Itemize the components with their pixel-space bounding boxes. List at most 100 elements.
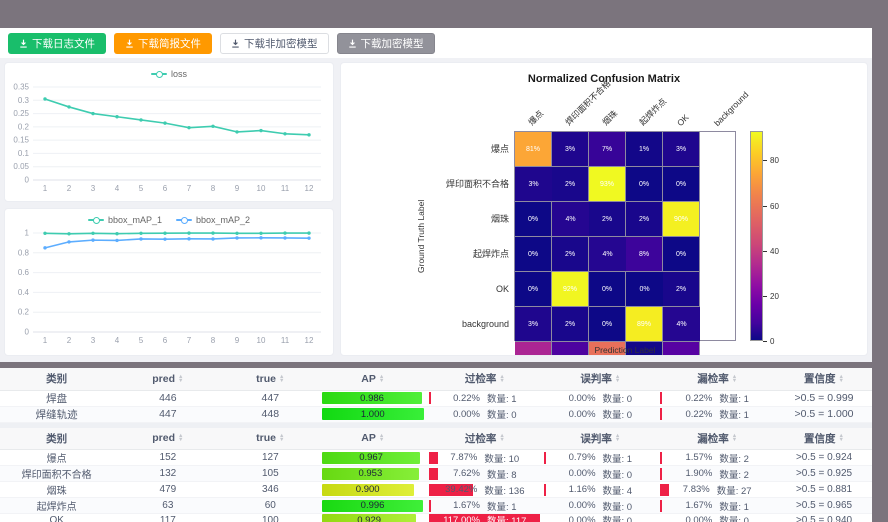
matrix-cell: 3%	[552, 132, 589, 167]
rate-bar	[429, 468, 437, 480]
column-header-漏检率[interactable]: 漏检率▲▼	[697, 371, 737, 386]
confusion-matrix-row-labels: 爆点焊印面积不合格烟珠起焊炸点OKbackground	[426, 131, 514, 341]
rate-bar	[660, 392, 662, 404]
download-unencrypted-model-button[interactable]: 下载非加密模型	[220, 33, 329, 54]
colorbar-tick-label: 80	[770, 156, 779, 165]
overdetect-cell: 39.42%数量: 136	[427, 482, 542, 498]
true-cell: 346	[222, 482, 318, 498]
detection-table-1: 类别pred▲▼true▲▼AP▲▼过检率▲▼误判率▲▼漏检率▲▼置信度▲▼焊盘…	[0, 368, 872, 423]
svg-text:0.2: 0.2	[18, 122, 30, 131]
rate-cell: 0.00%数量: 0	[544, 408, 656, 420]
ap-cell: 1.000	[318, 406, 427, 422]
sort-caret-icon[interactable]: ▲▼	[178, 434, 183, 442]
column-header-类别: 类别	[46, 431, 67, 446]
column-header-true[interactable]: true▲▼	[256, 373, 284, 385]
column-header-误判率[interactable]: 误判率▲▼	[580, 431, 620, 446]
class-cell: 焊印面积不合格	[0, 466, 113, 482]
column-header-漏检率[interactable]: 漏检率▲▼	[697, 431, 737, 446]
miss-cell: 0.22%数量: 1	[658, 406, 776, 422]
line-chart-svg: 00.050.10.150.20.250.30.3512345678910111…	[5, 79, 331, 195]
column-header-置信度[interactable]: 置信度▲▼	[804, 431, 844, 446]
legend-item-bbox_mAP_2[interactable]: bbox_mAP_2	[176, 215, 250, 225]
sort-caret-icon[interactable]: ▲▼	[379, 375, 384, 383]
sort-caret-icon[interactable]: ▲▼	[499, 434, 504, 442]
matrix-cell: 11%	[552, 342, 589, 356]
ap-cell: 0.986	[318, 390, 427, 406]
matrix-cell: 3%	[515, 167, 552, 202]
download-icon	[19, 39, 28, 48]
matrix-cell: 13%	[663, 342, 700, 356]
sort-caret-icon[interactable]: ▲▼	[615, 434, 620, 442]
column-header-类别: 类别	[46, 371, 67, 386]
sort-caret-icon[interactable]: ▲▼	[379, 434, 384, 442]
misjudge-cell: 0.79%数量: 1	[542, 450, 658, 466]
rate-value: 1.90%	[685, 468, 712, 479]
rate-count: 数量: 0	[603, 391, 633, 405]
ap-cell: 0.953	[318, 466, 427, 482]
rate-value: 1.67%	[685, 500, 712, 511]
loss-chart-legend: loss	[5, 63, 333, 79]
sort-caret-icon[interactable]: ▲▼	[499, 375, 504, 383]
svg-text:6: 6	[163, 184, 168, 193]
sort-caret-icon[interactable]: ▲▼	[178, 375, 183, 383]
column-header-误判率[interactable]: 误判率▲▼	[580, 371, 620, 386]
rate-cell: 7.83%数量: 27	[660, 484, 774, 496]
svg-text:12: 12	[305, 184, 314, 193]
legend-line-icon	[176, 216, 192, 224]
rate-bar	[660, 452, 662, 464]
sort-caret-icon[interactable]: ▲▼	[615, 375, 620, 383]
svg-text:2: 2	[67, 336, 72, 345]
overdetect-cell: 0.00%数量: 0	[427, 406, 542, 422]
rate-count: 数量: 1	[487, 499, 517, 513]
column-header-置信度[interactable]: 置信度▲▼	[804, 371, 844, 386]
true-cell: 60	[222, 498, 318, 514]
column-header-AP[interactable]: AP▲▼	[361, 432, 384, 444]
column-header-AP[interactable]: AP▲▼	[361, 373, 384, 385]
content-area: loss 00.050.10.150.20.250.30.35123456789…	[0, 58, 872, 362]
sort-caret-icon[interactable]: ▲▼	[732, 375, 737, 383]
column-header-pred[interactable]: pred▲▼	[152, 373, 183, 385]
rate-cell: 0.22%数量: 1	[660, 408, 774, 420]
header-label: 过检率	[465, 371, 497, 386]
ap-bar: 0.986	[322, 392, 422, 404]
matrix-cell: 1%	[626, 132, 663, 167]
sort-caret-icon[interactable]: ▲▼	[839, 434, 844, 442]
legend-line-icon	[88, 216, 104, 224]
loss-chart: 00.050.10.150.20.250.30.3512345678910111…	[5, 79, 333, 200]
sort-caret-icon[interactable]: ▲▼	[279, 375, 284, 383]
column-header-过检率[interactable]: 过检率▲▼	[465, 431, 505, 446]
rate-cell: 0.22%数量: 1	[429, 392, 540, 404]
confidence-cell: >0.5 = 0.940	[776, 514, 872, 522]
header-label: 误判率	[580, 431, 612, 446]
sort-caret-icon[interactable]: ▲▼	[732, 434, 737, 442]
column-header-pred[interactable]: pred▲▼	[152, 432, 183, 444]
sort-caret-icon[interactable]: ▲▼	[839, 375, 844, 383]
matrix-cell: 4%	[663, 307, 700, 342]
map-chart-card: bbox_mAP_1bbox_mAP_2 00.20.40.60.8112345…	[4, 208, 334, 356]
download-log-button[interactable]: 下载日志文件	[8, 33, 106, 54]
table-row: 起焊炸点63600.9961.67%数量: 10.00%数量: 01.67%数量…	[0, 498, 872, 514]
confidence-cell: >0.5 = 0.965	[776, 498, 872, 514]
misjudge-cell: 1.16%数量: 4	[542, 482, 658, 498]
legend-item-loss[interactable]: loss	[151, 69, 187, 79]
header-label: 漏检率	[697, 371, 729, 386]
download-report-button[interactable]: 下载简报文件	[114, 33, 212, 54]
matrix-col-label: OK	[675, 112, 691, 128]
class-cell: 焊缝轨迹	[0, 406, 113, 422]
rate-value: 0.00%	[685, 515, 712, 522]
header-label: AP	[361, 432, 376, 444]
rate-cell: 0.00%数量: 0	[544, 392, 656, 404]
legend-item-bbox_mAP_1[interactable]: bbox_mAP_1	[88, 215, 162, 225]
confusion-matrix-grid: 81%3%7%1%3%3%2%93%0%0%0%4%2%2%90%0%2%4%8…	[514, 131, 736, 341]
column-header-true[interactable]: true▲▼	[256, 432, 284, 444]
rate-cell: 1.90%数量: 2	[660, 468, 774, 480]
rate-count: 数量: 1	[719, 391, 749, 405]
column-header-过检率[interactable]: 过检率▲▼	[465, 371, 505, 386]
table-row: 焊缝轨迹4474481.0000.00%数量: 00.00%数量: 00.22%…	[0, 406, 872, 422]
sort-caret-icon[interactable]: ▲▼	[279, 434, 284, 442]
miss-cell: 1.57%数量: 2	[658, 450, 776, 466]
download-encrypted-model-button[interactable]: 下载加密模型	[337, 33, 435, 54]
confidence-cell: >0.5 = 0.924	[776, 450, 872, 466]
svg-text:0.25: 0.25	[13, 109, 29, 118]
svg-text:0.3: 0.3	[18, 96, 30, 105]
